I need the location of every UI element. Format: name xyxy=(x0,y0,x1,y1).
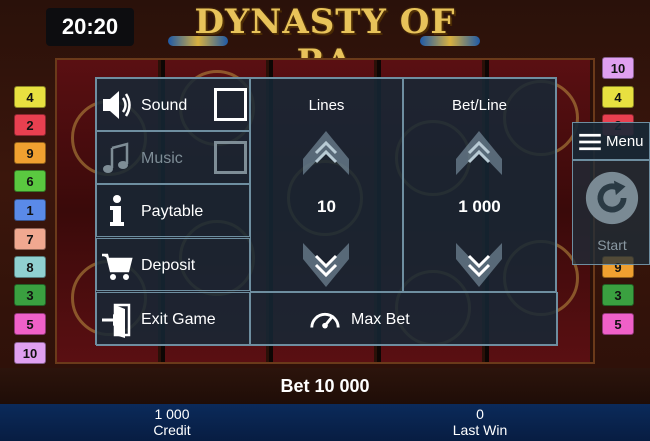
bet-per-line-title: Bet/Line xyxy=(451,97,508,114)
last-win-value: 0 xyxy=(476,406,484,422)
line-badge: 5 xyxy=(602,313,634,335)
max-bet-label: Max Bet xyxy=(351,311,410,328)
sound-label: Sound xyxy=(141,97,188,114)
exit-game-label: Exit Game xyxy=(141,311,216,328)
line-badge: 5 xyxy=(14,313,46,335)
line-badge: 10 xyxy=(602,57,634,79)
start-button[interactable]: Start xyxy=(572,160,650,265)
sound-option[interactable]: Sound xyxy=(96,78,250,131)
line-badge: 3 xyxy=(602,284,634,306)
gauge-icon xyxy=(310,312,340,329)
hamburger-icon xyxy=(579,133,601,151)
music-label: Music xyxy=(141,150,183,167)
paytable-label: Paytable xyxy=(141,203,204,220)
line-badge: 3 xyxy=(14,284,46,306)
bet-per-line-increase-button[interactable] xyxy=(454,129,504,177)
last-win-display: 0 Last Win xyxy=(380,406,580,438)
credit-label: Credit xyxy=(153,422,191,438)
bet-per-line-decrease-button[interactable] xyxy=(454,241,504,289)
max-bet-button[interactable]: Max Bet xyxy=(250,292,558,346)
line-badge: 6 xyxy=(14,170,46,192)
game-logo: DYNASTY OF RA xyxy=(194,2,456,82)
deposit-option[interactable]: Deposit xyxy=(96,238,250,291)
exit-game-button[interactable]: Exit Game xyxy=(96,292,250,346)
line-badge: 1 xyxy=(14,199,46,221)
deposit-label: Deposit xyxy=(141,257,196,274)
menu-button-label: Menu xyxy=(606,133,644,150)
lines-value: 10 xyxy=(317,197,336,216)
start-label: Start xyxy=(597,237,627,253)
music-checkbox[interactable] xyxy=(214,141,247,174)
lines-title: Lines xyxy=(308,97,345,114)
lines-selector: Lines 10 xyxy=(250,78,403,292)
music-option[interactable]: Music xyxy=(96,131,250,184)
line-badge: 7 xyxy=(14,228,46,250)
line-badge: 9 xyxy=(14,142,46,164)
bet-per-line-value: 1 000 xyxy=(458,197,501,216)
last-win-label: Last Win xyxy=(452,422,508,438)
sound-checkbox[interactable] xyxy=(214,88,247,121)
settings-panel: Sound Music Paytable Deposit Exit Game M… xyxy=(95,77,558,346)
cart-icon xyxy=(102,253,133,280)
line-badge: 10 xyxy=(14,342,46,364)
credit-display: 1 000 Credit xyxy=(72,406,272,438)
bet-per-line-selector: Bet/Line 1 000 xyxy=(403,78,556,292)
info-bar: 1 000 Credit 0 Last Win xyxy=(0,404,650,441)
exit-door-icon xyxy=(102,303,131,338)
bet-display: Bet 10 000 xyxy=(0,368,650,404)
line-badge: 2 xyxy=(14,114,46,136)
line-badge: 4 xyxy=(14,86,46,108)
spin-icon xyxy=(585,171,639,225)
music-note-icon xyxy=(103,142,129,173)
info-icon xyxy=(110,195,124,226)
menu-button[interactable]: Menu xyxy=(572,122,650,160)
credit-value: 1 000 xyxy=(154,406,190,422)
paytable-option[interactable]: Paytable xyxy=(96,184,250,237)
line-badge: 8 xyxy=(14,256,46,278)
game-screen: 20:20 DYNASTY OF RA 4 2 9 6 1 7 8 3 5 10… xyxy=(0,0,650,441)
speaker-icon xyxy=(103,91,131,119)
lines-decrease-button[interactable] xyxy=(301,241,351,289)
line-badge: 4 xyxy=(602,86,634,108)
lines-increase-button[interactable] xyxy=(301,129,351,177)
clock: 20:20 xyxy=(46,8,134,46)
